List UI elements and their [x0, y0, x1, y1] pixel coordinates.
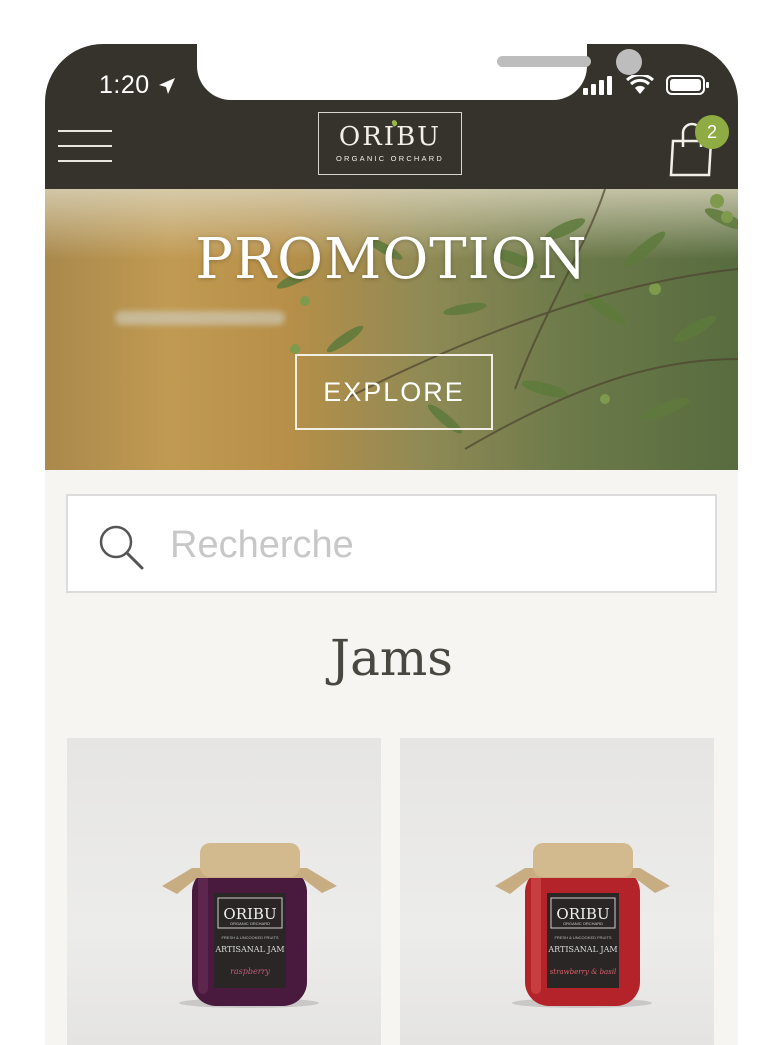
- search-icon: [99, 525, 144, 570]
- speaker-icon: [497, 56, 591, 67]
- cart-count-badge: 2: [695, 115, 729, 149]
- status-bar: 1:20: [45, 44, 738, 100]
- menu-line: [58, 130, 112, 132]
- section-title: Jams: [330, 629, 453, 687]
- camera-icon: [616, 49, 642, 75]
- logo-name: ORIBU: [338, 122, 442, 152]
- notch: [197, 44, 642, 100]
- wifi-icon: [626, 75, 654, 94]
- promotion-title: PROMOTION: [195, 227, 588, 292]
- jar-product: ARTISANAL JAM: [214, 945, 284, 954]
- jam-jar-image: ORIBU ORGANIC ORCHARD FRESH & UNCOOKED F…: [495, 843, 670, 1008]
- product-card[interactable]: ORIBU ORGANIC ORCHARD FRESH & UNCOOKED F…: [400, 738, 714, 1045]
- explore-button[interactable]: EXPLORE: [295, 354, 493, 430]
- header-nav: ORIBU ORGANIC ORCHARD 2: [45, 100, 738, 189]
- signal-icon: [583, 76, 612, 95]
- jar-flavor: strawberry & basil: [550, 968, 617, 976]
- jam-jar-image: ORIBU ORGANIC ORCHARD FRESH & UNCOOKED F…: [162, 843, 337, 1008]
- jar-line: FRESH & UNCOOKED FRUITS: [221, 935, 278, 940]
- search-input[interactable]: [168, 518, 692, 572]
- status-time: 1:20: [99, 71, 150, 99]
- product-card[interactable]: ORIBU ORGANIC ORCHARD FRESH & UNCOOKED F…: [67, 738, 381, 1045]
- jar-brand-sub: ORGANIC ORCHARD: [230, 921, 270, 926]
- phone-screen: 1:20 ORIBU ORGANIC ORCHARD 2 PROMOTION E…: [45, 44, 738, 1045]
- promotion-banner: PROMOTION EXPLORE: [45, 189, 738, 470]
- menu-line: [58, 160, 112, 162]
- search-bar: [66, 494, 717, 593]
- jar-product: ARTISANAL JAM: [547, 945, 617, 954]
- hamburger-menu-button[interactable]: [58, 130, 112, 164]
- location-arrow-icon: [159, 78, 175, 94]
- logo-tagline: ORGANIC ORCHARD: [335, 154, 444, 163]
- menu-line: [58, 145, 112, 147]
- battery-icon: [666, 75, 709, 95]
- jar-flavor: raspberry: [230, 967, 270, 976]
- jar-line: FRESH & UNCOOKED FRUITS: [554, 935, 611, 940]
- status-icons: [582, 74, 710, 96]
- brand-logo[interactable]: ORIBU ORGANIC ORCHARD: [318, 112, 462, 175]
- jar-brand-sub: ORGANIC ORCHARD: [563, 921, 603, 926]
